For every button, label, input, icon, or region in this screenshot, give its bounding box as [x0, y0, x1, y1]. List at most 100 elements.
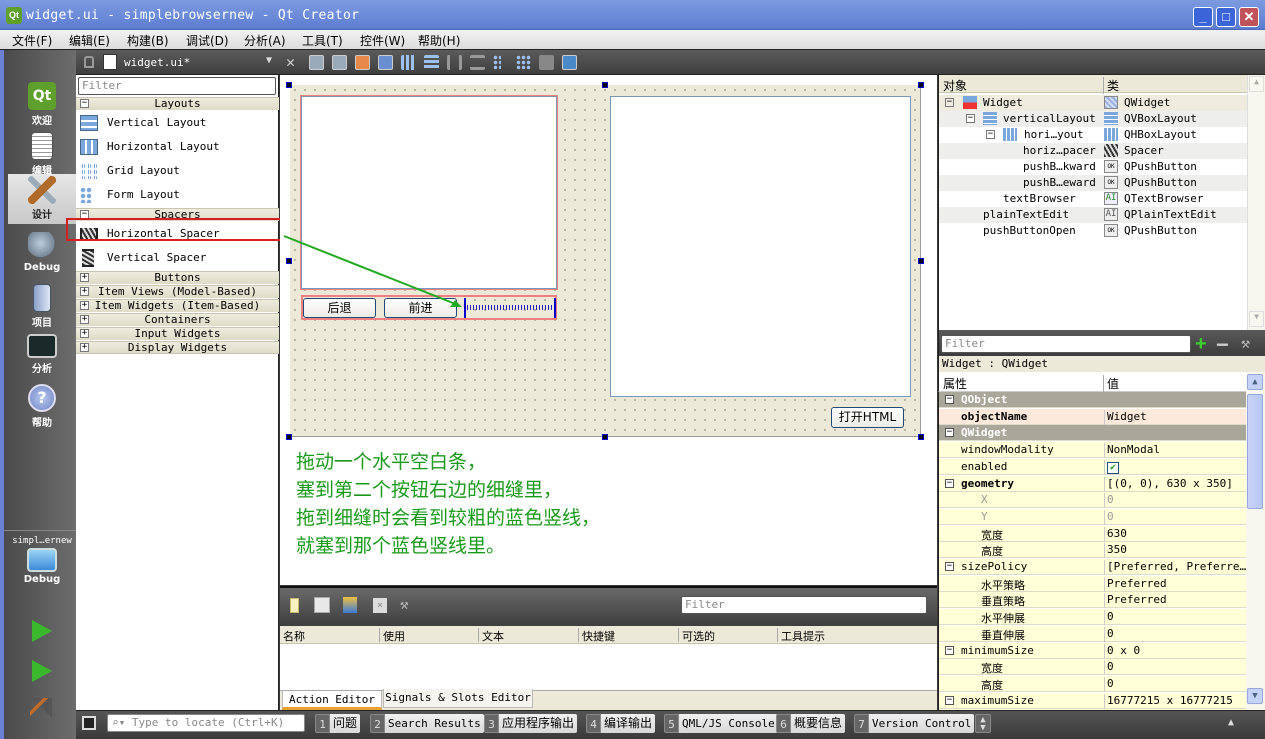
back-button[interactable]: 后退 — [303, 298, 376, 318]
maximize-button[interactable]: □ — [1216, 7, 1236, 27]
property-value[interactable]: Preferred — [1104, 576, 1246, 592]
resize-handle[interactable] — [286, 82, 292, 88]
minimize-button[interactable]: _ — [1193, 7, 1213, 27]
expand-panel-icon[interactable]: ▲ — [1228, 717, 1234, 728]
add-property-icon[interactable]: + — [1195, 333, 1207, 356]
property-value[interactable]: 0 — [1104, 660, 1246, 676]
property-scrollbar[interactable]: ▲ ▼ — [1246, 372, 1265, 710]
scroll-down-icon[interactable]: ▼ — [1249, 311, 1264, 327]
property-value[interactable]: Widget — [1104, 409, 1246, 425]
output-tab-issues[interactable]: 1 问题 — [315, 714, 361, 733]
menu-edit[interactable]: 编辑(E) — [69, 32, 110, 49]
remove-property-icon[interactable]: − — [1216, 332, 1229, 358]
locator-input[interactable]: ⌕▾ Type to locate (Ctrl+K) — [107, 714, 305, 732]
property-row[interactable]: − maximumSize 16777215 x 16777215 — [939, 692, 1246, 709]
widget-filter-input[interactable]: Filter — [78, 77, 276, 95]
resize-handle[interactable] — [602, 434, 608, 440]
edit-tab-order-icon[interactable] — [378, 55, 393, 70]
category-item-widgets[interactable]: + Item Widgets (Item-Based) — [76, 299, 279, 312]
scroll-thumb[interactable] — [1247, 394, 1263, 509]
property-row[interactable]: objectName Widget — [939, 408, 1246, 425]
mode-help[interactable]: ? 帮助 — [8, 382, 76, 432]
mode-welcome[interactable]: Qt 欢迎 — [8, 80, 76, 130]
toggle-sidebar-icon[interactable] — [82, 716, 96, 730]
resize-handle[interactable] — [286, 434, 292, 440]
column-class[interactable]: 类 — [1103, 77, 1119, 94]
property-row[interactable]: − geometry [(0, 0), 630 x 350] — [939, 475, 1246, 492]
build-hammer-icon[interactable] — [30, 698, 52, 720]
resize-handle[interactable] — [918, 434, 924, 440]
property-row[interactable]: 高度 0 — [939, 675, 1246, 692]
property-row[interactable]: enabled ✔ — [939, 458, 1246, 475]
category-input-widgets[interactable]: + Input Widgets — [76, 327, 279, 340]
category-containers[interactable]: + Containers — [76, 313, 279, 326]
property-row[interactable]: 宽度 0 — [939, 659, 1246, 676]
property-row[interactable]: 垂直策略 Preferred — [939, 592, 1246, 609]
property-value[interactable]: ✔ — [1104, 459, 1246, 475]
layout-vertical-icon[interactable] — [424, 55, 439, 70]
column-tooltip[interactable]: 工具提示 — [777, 628, 825, 643]
output-tab-search-results[interactable]: 2 Search Results — [370, 714, 484, 733]
property-value[interactable]: 0 — [1104, 626, 1246, 642]
tab-signals-slots-editor[interactable]: Signals & Slots Editor — [383, 689, 533, 708]
layout-form-icon[interactable] — [493, 55, 501, 70]
collapse-icon[interactable]: − — [945, 98, 954, 107]
menu-widgets[interactable]: 控件(W) — [360, 32, 405, 49]
tree-row[interactable]: − verticalLayout QVBoxLayout — [939, 111, 1247, 127]
lock-icon[interactable] — [84, 56, 94, 68]
tree-row[interactable]: − Widget QWidget — [939, 95, 1247, 111]
property-value[interactable]: Preferred — [1104, 593, 1246, 609]
wrench-icon[interactable]: ⚒ — [400, 597, 408, 613]
tree-row[interactable]: − hori…yout QHBoxLayout — [939, 127, 1247, 143]
debug-run-icon[interactable] — [32, 660, 52, 682]
widget-vertical-spacer[interactable]: Vertical Spacer — [76, 246, 279, 270]
object-inspector-scrollbar[interactable]: ▲ ▼ — [1247, 75, 1265, 330]
property-row[interactable]: 宽度 630 — [939, 525, 1246, 542]
property-row[interactable]: Y0 — [939, 508, 1246, 525]
forward-button[interactable]: 前进 — [384, 298, 457, 318]
property-row[interactable]: 高度 350 — [939, 542, 1246, 559]
property-row[interactable]: 水平伸展 0 — [939, 609, 1246, 626]
menu-help[interactable]: 帮助(H) — [418, 32, 460, 49]
tree-row[interactable]: pushButtonOpen OK QPushButton — [939, 223, 1247, 239]
scroll-up-icon[interactable]: ▲ — [1249, 76, 1264, 92]
output-tab-app-output[interactable]: 3 应用程序输出 — [484, 714, 578, 733]
mode-projects[interactable]: 项目 — [8, 282, 76, 332]
property-value[interactable]: [Preferred, Preferre… — [1104, 560, 1246, 575]
column-property[interactable]: 属性 — [943, 375, 967, 392]
column-text[interactable]: 文本 — [478, 628, 504, 643]
collapse-icon[interactable]: − — [945, 428, 954, 438]
tree-row[interactable]: plainTextEdit AI QPlainTextEdit — [939, 207, 1247, 223]
resize-handle[interactable] — [286, 258, 292, 264]
property-value[interactable]: 0 — [1104, 610, 1246, 626]
collapse-icon[interactable]: − — [945, 478, 954, 488]
category-layouts[interactable]: − Layouts — [76, 97, 279, 110]
widget-grid-layout[interactable]: Grid Layout — [76, 159, 279, 183]
edit-widgets-icon[interactable] — [309, 55, 324, 70]
checkbox-checked-icon[interactable]: ✔ — [1107, 461, 1119, 474]
property-value[interactable]: 0 — [1104, 676, 1246, 692]
layout-h-splitter-icon[interactable] — [447, 55, 462, 70]
output-tab-compile-output[interactable]: 4 编译输出 — [586, 714, 656, 733]
break-layout-icon[interactable] — [539, 55, 554, 70]
layout-horizontal-icon[interactable] — [401, 55, 416, 70]
more-tabs-spinner-icon[interactable]: ▲ ▼ — [975, 714, 991, 733]
property-group-row[interactable]: − QObject — [939, 392, 1246, 408]
column-object[interactable]: 对象 — [943, 77, 967, 94]
tab-action-editor[interactable]: Action Editor — [282, 691, 382, 710]
copy-action-icon[interactable] — [314, 597, 330, 613]
action-filter-input[interactable]: Filter — [681, 596, 927, 614]
property-row[interactable]: − sizePolicy [Preferred, Preferre… — [939, 559, 1246, 575]
close-document-button[interactable]: ✕ — [286, 53, 295, 71]
mode-edit[interactable]: 编辑 — [8, 130, 76, 180]
scroll-down-icon[interactable]: ▼ — [1247, 688, 1263, 704]
property-filter-input[interactable]: Filter — [941, 335, 1191, 353]
plain-text-edit[interactable] — [610, 96, 911, 397]
column-name[interactable]: 名称 — [280, 628, 305, 643]
property-value[interactable]: NonModal — [1104, 443, 1246, 459]
property-value[interactable]: 0 x 0 — [1104, 643, 1246, 659]
collapse-icon[interactable]: − — [945, 562, 954, 571]
column-shortcut[interactable]: 快捷键 — [578, 628, 615, 643]
collapse-icon[interactable]: − — [945, 645, 954, 655]
edit-signals-slots-icon[interactable] — [332, 55, 347, 70]
